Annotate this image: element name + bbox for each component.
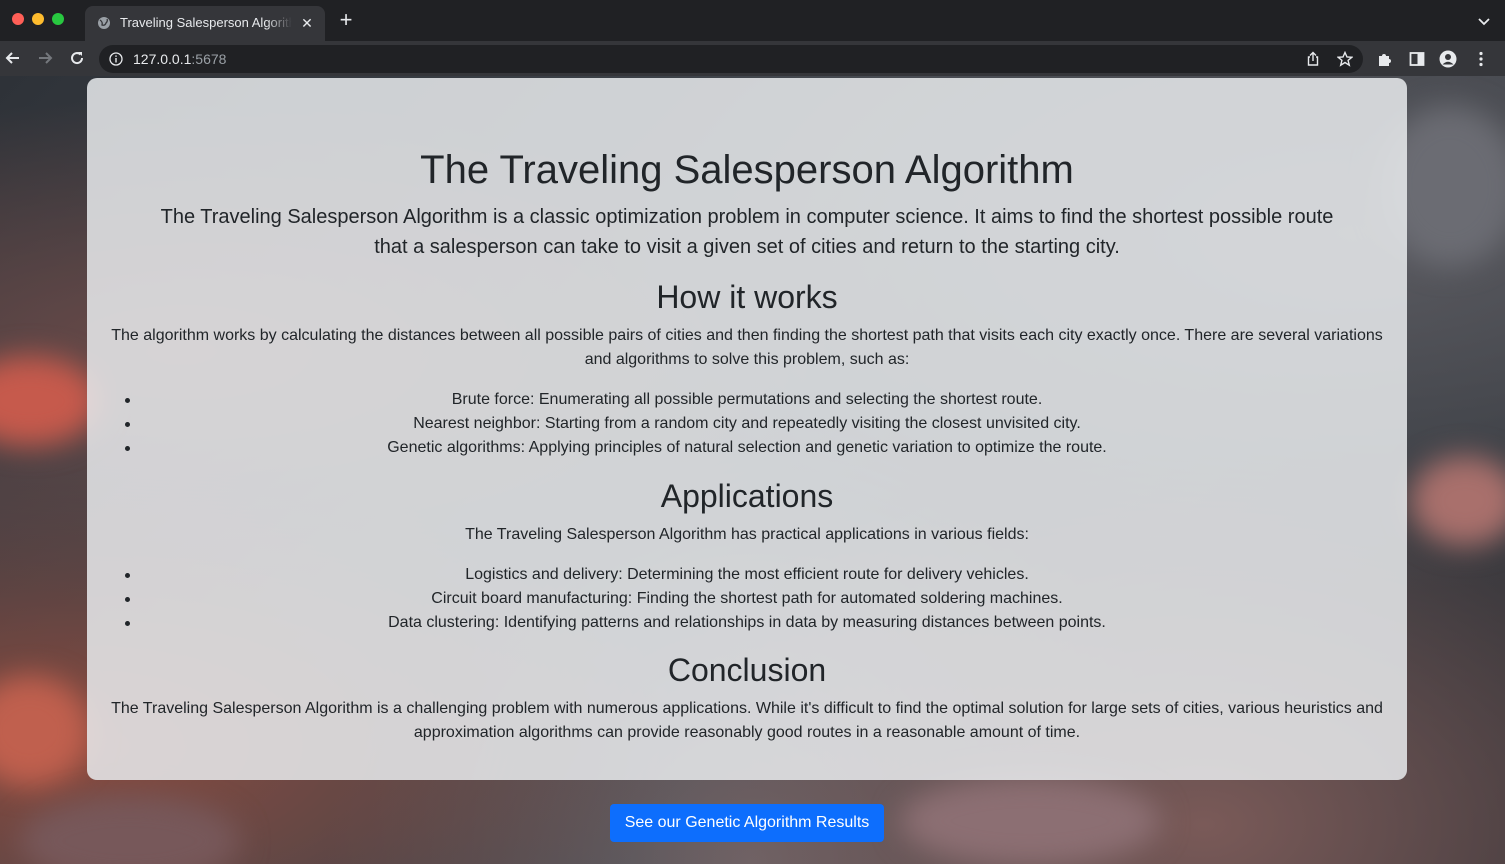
- conclusion-heading: Conclusion: [667, 652, 827, 688]
- background-blob: [1410, 456, 1505, 546]
- more-menu-icon[interactable]: [1472, 50, 1490, 68]
- list-item: Brute force: Enumerating all possible pe…: [107, 388, 1387, 412]
- list-item: Genetic algorithms: Applying principles …: [107, 436, 1387, 460]
- profile-icon[interactable]: [1439, 50, 1457, 68]
- applications-text: The Traveling Salesperson Algorithm has …: [465, 526, 1029, 543]
- content-card: The Traveling Salesperson Algorithm The …: [87, 78, 1407, 780]
- browser-tab-bar: Traveling Salesperson Algorithm ✕ +: [0, 0, 1505, 41]
- applications-heading: Applications: [660, 478, 834, 514]
- forward-arrow-icon[interactable]: [36, 49, 54, 67]
- window-close-button[interactable]: [12, 13, 24, 25]
- list-item: Logistics and delivery: Determining the …: [107, 563, 1387, 587]
- browser-toolbar: 127.0.0.1:5678: [0, 41, 1505, 76]
- globe-icon: [98, 17, 110, 29]
- url-text: 127.0.0.1:5678: [133, 51, 226, 67]
- share-icon[interactable]: [1305, 51, 1321, 67]
- back-arrow-icon[interactable]: [4, 49, 22, 67]
- list-item: Data clustering: Identifying patterns an…: [107, 611, 1387, 635]
- address-bar[interactable]: 127.0.0.1:5678: [99, 45, 1363, 73]
- background-blob: [900, 776, 1160, 864]
- reload-icon[interactable]: [68, 49, 86, 67]
- background-blob: [20, 796, 240, 864]
- intro-text: The Traveling Salesperson Algorithm is a…: [160, 206, 1334, 258]
- background-blob: [0, 356, 100, 446]
- window-zoom-button[interactable]: [52, 13, 64, 25]
- background-blob: [0, 676, 90, 786]
- list-item: Circuit board manufacturing: Finding the…: [107, 587, 1387, 611]
- genetic-algorithm-results-button[interactable]: See our Genetic Algorithm Results: [610, 804, 884, 842]
- url-host: 127.0.0.1: [133, 51, 192, 67]
- url-port: :5678: [191, 51, 227, 67]
- list-item: Nearest neighbor: Starting from a random…: [107, 412, 1387, 436]
- bookmark-star-icon[interactable]: [1337, 51, 1353, 67]
- close-tab-icon[interactable]: ✕: [299, 15, 315, 31]
- side-panel-icon[interactable]: [1408, 50, 1426, 68]
- info-icon[interactable]: [109, 52, 123, 66]
- page-title: The Traveling Salesperson Algorithm: [420, 148, 1074, 192]
- algorithm-list: Brute force: Enumerating all possible pe…: [107, 388, 1387, 460]
- window-minimize-button[interactable]: [32, 13, 44, 25]
- extensions-icon[interactable]: [1376, 50, 1394, 68]
- new-tab-button[interactable]: +: [336, 9, 356, 31]
- applications-list: Logistics and delivery: Determining the …: [107, 563, 1387, 635]
- browser-tab[interactable]: Traveling Salesperson Algorithm ✕: [85, 6, 325, 41]
- tab-title: Traveling Salesperson Algorithm: [120, 15, 292, 30]
- chevron-down-icon[interactable]: [1477, 14, 1491, 28]
- how-it-works-heading: How it works: [656, 279, 838, 315]
- page-viewport: The Traveling Salesperson Algorithm The …: [0, 76, 1505, 864]
- conclusion-text: The Traveling Salesperson Algorithm is a…: [111, 700, 1383, 741]
- how-it-works-text: The algorithm works by calculating the d…: [111, 327, 1383, 368]
